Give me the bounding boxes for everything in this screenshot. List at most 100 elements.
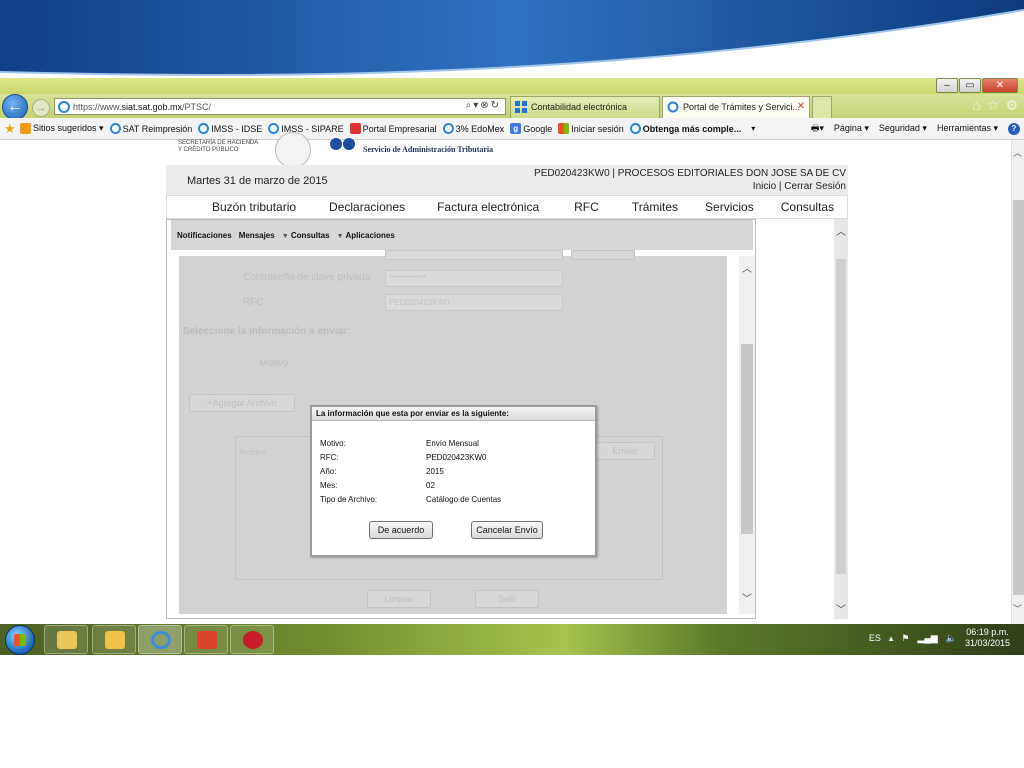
fav-imss-idse[interactable]: IMSS - IDSE: [198, 123, 262, 134]
language-indicator[interactable]: ES: [869, 633, 881, 643]
scroll-up-icon[interactable]: ︿: [836, 223, 846, 238]
dialog-value-motivo: Envío Mensual: [426, 439, 479, 448]
clock-date: 31/03/2015: [964, 638, 1010, 648]
rfc-label: RFC: [243, 297, 264, 308]
private-key-password-label: Contraseña de clave privada: [243, 272, 371, 283]
clear-button[interactable]: Limpiar: [367, 590, 431, 608]
taskbar-internet-explorer[interactable]: [138, 625, 182, 654]
gear-icon[interactable]: ⚙: [1005, 97, 1018, 114]
dialog-label-year: Año:: [320, 467, 337, 476]
taskbar-explorer-folders[interactable]: [44, 625, 88, 654]
home-icon[interactable]: ⌂: [972, 97, 980, 114]
scroll-up-icon[interactable]: ︿: [742, 260, 752, 275]
close-window-button[interactable]: ✕: [982, 78, 1018, 93]
fav-portal-empresarial[interactable]: Portal Empresarial: [349, 123, 437, 134]
nav-tramites[interactable]: Trámites: [632, 200, 678, 214]
subnav-aplicaciones[interactable]: ▼ Aplicaciones: [337, 231, 395, 240]
new-tab-button[interactable]: [812, 96, 832, 118]
select-info-label: Seleccione la información a enviar:: [183, 326, 351, 337]
scroll-thumb[interactable]: [1013, 200, 1024, 595]
fav-iniciar-sesion[interactable]: Iniciar sesión: [558, 123, 624, 134]
frame-scrollbar[interactable]: ︿ ﹀: [739, 256, 755, 614]
forward-arrow-icon[interactable]: →: [32, 99, 50, 117]
tab-contabilidad[interactable]: Contabilidad electrónica: [510, 96, 660, 118]
security-menu[interactable]: Seguridad ▾: [879, 123, 927, 134]
page-scrollbar[interactable]: ︿ ﹀: [1011, 140, 1024, 626]
more-favorites-icon[interactable]: ▾: [751, 124, 755, 133]
subnav-consultas[interactable]: ▼ Consultas: [282, 231, 330, 240]
address-tools-icon[interactable]: ⌕▾⊗↻: [466, 100, 501, 111]
maximize-button[interactable]: ▭: [959, 78, 981, 93]
tab-portal-tramites[interactable]: Portal de Trámites y Servici... ✕: [662, 96, 810, 118]
fav-google[interactable]: g Google: [510, 123, 552, 134]
show-hidden-icons-icon[interactable]: ▴: [889, 633, 894, 644]
ie-page-icon: [109, 123, 121, 134]
fav-sitios-sugeridos[interactable]: Sitios sugeridos ▾: [20, 123, 104, 134]
fav-label: 3% EdoMex: [455, 123, 505, 134]
action-center-flag-icon[interactable]: ⚑: [901, 633, 909, 644]
print-icon[interactable]: 🖶▾: [811, 121, 824, 137]
favorites-star-icon[interactable]: ☆: [987, 97, 1000, 114]
subnav-notificaciones[interactable]: Notificaciones: [177, 231, 232, 240]
windows-taskbar: ES ▴ ⚑ ▂▄▆ 🔈 06:19 p.m. 31/03/2015: [0, 624, 1024, 655]
fav-sat-reimpresion[interactable]: SAT Reimpresión: [109, 123, 192, 134]
scroll-down-icon[interactable]: ﹀: [742, 590, 752, 605]
main-navigation: Buzón tributario Declaraciones Factura e…: [166, 195, 848, 219]
browser-nav-row: ← → https://www.siat.sat.gob.mx/PTSC/ ⌕▾…: [0, 94, 1024, 120]
taskbar-cf-app[interactable]: [230, 625, 274, 654]
tools-menu[interactable]: Herramientas ▾: [937, 123, 998, 134]
motivo-label: Motivo:: [259, 358, 292, 369]
rfc-field[interactable]: PED020423KW0: [385, 294, 563, 311]
page-menu[interactable]: Página ▾: [834, 123, 869, 134]
send-button[interactable]: Enviar: [595, 442, 655, 460]
nav-rfc[interactable]: RFC: [574, 200, 599, 214]
taskbar-presentation-app[interactable]: [184, 625, 228, 654]
fav-imss-sipare[interactable]: IMSS - SIPARE: [268, 123, 344, 134]
agency-name: SECRETARÍA DE HACIENDA Y CRÉDITO PÚBLICO: [178, 140, 258, 154]
sat-header: SECRETARÍA DE HACIENDA Y CRÉDITO PÚBLICO …: [178, 132, 678, 168]
volume-icon[interactable]: 🔈: [946, 633, 957, 644]
add-file-button[interactable]: +Agregar Archivo: [189, 394, 295, 412]
dropdown-triangle-icon: ▼: [281, 232, 289, 240]
nav-declaraciones[interactable]: Declaraciones: [329, 200, 405, 214]
previous-field: [385, 250, 563, 260]
content-scrollbar[interactable]: ︿ ﹀: [834, 219, 848, 619]
session-links[interactable]: Inicio | Cerrar Sesión: [753, 181, 846, 192]
exit-button[interactable]: Salir: [475, 590, 539, 608]
accept-button[interactable]: De acuerdo: [369, 521, 433, 539]
fav-edomex[interactable]: 3% EdoMex: [442, 123, 505, 134]
fav-label: Google: [523, 123, 553, 134]
system-tray: ES ▴ ⚑ ▂▄▆ 🔈 06:19 p.m. 31/03/2015: [869, 627, 1010, 649]
previous-button: [571, 250, 635, 260]
nav-factura-electronica[interactable]: Factura electrónica: [437, 200, 539, 214]
dialog-label-motivo: Motivo:: [320, 439, 346, 448]
close-tab-icon[interactable]: ✕: [797, 97, 805, 117]
fav-obtenga-mas[interactable]: Obtenga más comple...: [629, 123, 741, 134]
clock[interactable]: 06:19 p.m. 31/03/2015: [965, 627, 1010, 649]
web-page: SECRETARÍA DE HACIENDA Y CRÉDITO PÚBLICO …: [0, 132, 1024, 626]
windows-start-icon[interactable]: [5, 625, 35, 655]
nav-buzon-tributario[interactable]: Buzón tributario: [212, 200, 296, 214]
help-icon[interactable]: ?: [1008, 122, 1020, 135]
tab-label: Portal de Trámites y Servici...: [683, 102, 801, 112]
cancel-send-button[interactable]: Cancelar Envío: [471, 521, 543, 539]
nav-consultas[interactable]: Consultas: [781, 200, 834, 214]
address-bar[interactable]: https://www.siat.sat.gob.mx/PTSC/ ⌕▾⊗↻: [54, 98, 506, 115]
scroll-thumb[interactable]: [741, 344, 753, 534]
network-signal-icon[interactable]: ▂▄▆: [918, 633, 938, 644]
nav-servicios[interactable]: Servicios: [705, 200, 754, 214]
scroll-up-icon[interactable]: ︿: [1013, 146, 1022, 159]
fav-label: IMSS - IDSE: [211, 123, 263, 134]
agency-line2: Y CRÉDITO PÚBLICO: [178, 147, 239, 153]
scroll-thumb[interactable]: [836, 259, 846, 574]
scroll-down-icon[interactable]: ﹀: [1013, 602, 1022, 615]
scroll-down-icon[interactable]: ﹀: [836, 601, 846, 616]
favorites-star-icon[interactable]: ★: [4, 121, 20, 137]
taskbar-file-explorer[interactable]: [92, 625, 136, 654]
ie-page-icon: [58, 100, 70, 113]
minimize-button[interactable]: –: [936, 78, 958, 93]
subnav-mensajes[interactable]: Mensajes: [239, 231, 275, 240]
current-date: Martes 31 de marzo de 2015: [187, 175, 328, 187]
back-arrow-icon[interactable]: ←: [2, 94, 28, 120]
private-key-password-field[interactable]: ************: [385, 270, 563, 287]
